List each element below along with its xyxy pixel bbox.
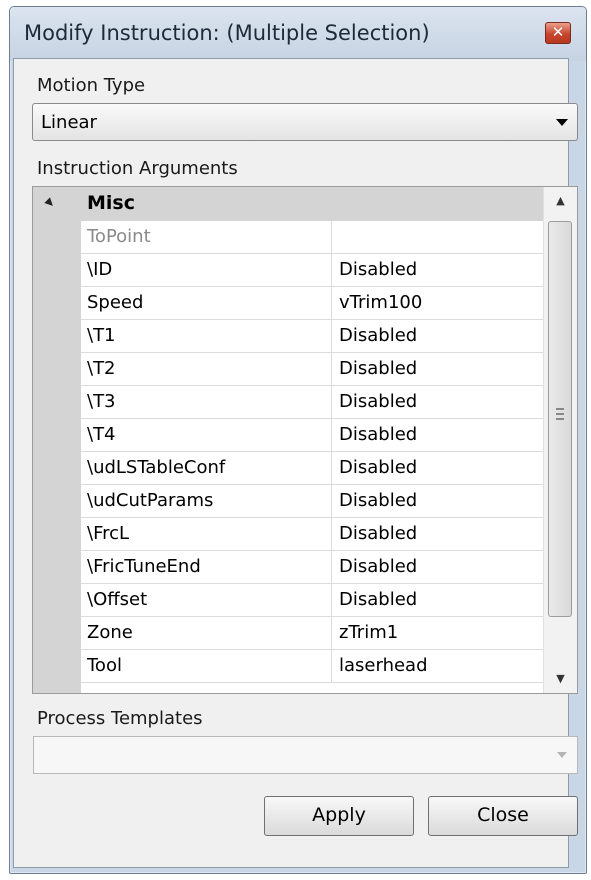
motion-type-label: Motion Type	[37, 75, 146, 96]
argument-row[interactable]: ToPoint	[81, 221, 543, 254]
argument-name: ToPoint	[87, 226, 151, 247]
argument-name: \Offset	[87, 589, 148, 610]
column-divider	[331, 386, 332, 418]
argument-value[interactable]: vTrim100	[339, 292, 422, 313]
argument-name: \FrcL	[87, 523, 130, 544]
grid-gutter	[33, 187, 81, 693]
argument-value[interactable]: laserhead	[339, 655, 428, 676]
column-divider	[331, 419, 332, 451]
argument-value[interactable]: Disabled	[339, 424, 417, 445]
argument-row[interactable]: \T2 Disabled	[81, 353, 543, 386]
collapse-triangle-icon[interactable]	[44, 197, 56, 209]
column-divider	[331, 584, 332, 616]
column-divider	[331, 254, 332, 286]
scroll-up-icon[interactable]: ▲	[544, 187, 577, 215]
instruction-arguments-grid: Misc ToPoint \ID Disabled Speed vTrim100 \T1 D…	[32, 186, 578, 694]
argument-rows: ToPoint \ID Disabled Speed vTrim100 \T1 Disabl…	[81, 221, 543, 683]
category-row-misc[interactable]: Misc	[33, 187, 543, 221]
column-divider	[331, 518, 332, 550]
argument-row[interactable]: \ID Disabled	[81, 254, 543, 287]
motion-type-value: Linear	[41, 112, 97, 133]
argument-name: \T4	[87, 424, 116, 445]
argument-row[interactable]: \udCutParams Disabled	[81, 485, 543, 518]
column-divider	[331, 551, 332, 583]
close-button[interactable]: Close	[428, 796, 578, 836]
argument-name: \T3	[87, 391, 116, 412]
vertical-scrollbar[interactable]: ▲ ▼	[543, 187, 577, 693]
argument-row[interactable]: \T1 Disabled	[81, 320, 543, 353]
argument-row[interactable]: \udLSTableConf Disabled	[81, 452, 543, 485]
column-divider	[331, 287, 332, 319]
title-bar[interactable]: Modify Instruction: (Multiple Selection)	[10, 7, 586, 61]
argument-name: Tool	[87, 655, 122, 676]
argument-row[interactable]: \Offset Disabled	[81, 584, 543, 617]
argument-name: \udCutParams	[87, 490, 214, 511]
argument-row[interactable]: Tool laserhead	[81, 650, 543, 683]
column-divider	[331, 353, 332, 385]
category-label: Misc	[87, 192, 135, 214]
argument-name: \ID	[87, 259, 113, 280]
argument-name: \FricTuneEnd	[87, 556, 201, 577]
argument-value[interactable]: Disabled	[339, 523, 417, 544]
argument-row[interactable]: \T3 Disabled	[81, 386, 543, 419]
process-templates-select[interactable]	[33, 736, 578, 774]
argument-name: \udLSTableConf	[87, 457, 226, 478]
column-divider	[331, 650, 332, 682]
argument-row[interactable]: Zone zTrim1	[81, 617, 543, 650]
argument-row[interactable]: Speed vTrim100	[81, 287, 543, 320]
argument-value[interactable]: Disabled	[339, 556, 417, 577]
column-divider	[331, 320, 332, 352]
argument-value[interactable]: Disabled	[339, 391, 417, 412]
apply-button[interactable]: Apply	[264, 796, 414, 836]
argument-row[interactable]: \T4 Disabled	[81, 419, 543, 452]
window-title: Modify Instruction: (Multiple Selection)	[24, 21, 430, 45]
argument-name: Zone	[87, 622, 133, 643]
column-divider	[331, 452, 332, 484]
argument-value[interactable]: Disabled	[339, 589, 417, 610]
close-icon[interactable]: ✕	[545, 22, 571, 44]
argument-name: \T2	[87, 358, 116, 379]
grip-icon	[556, 408, 564, 420]
argument-row[interactable]: \FrcL Disabled	[81, 518, 543, 551]
argument-value[interactable]: Disabled	[339, 490, 417, 511]
scroll-down-icon[interactable]: ▼	[544, 665, 577, 693]
chevron-down-icon	[557, 752, 567, 758]
argument-name: Speed	[87, 292, 144, 313]
instruction-arguments-label: Instruction Arguments	[37, 158, 238, 179]
motion-type-select[interactable]: Linear	[32, 103, 578, 141]
column-divider	[331, 221, 332, 253]
argument-name: \T1	[87, 325, 116, 346]
argument-row[interactable]: \FricTuneEnd Disabled	[81, 551, 543, 584]
argument-value[interactable]: Disabled	[339, 457, 417, 478]
process-templates-label: Process Templates	[37, 708, 203, 729]
argument-value[interactable]: Disabled	[339, 259, 417, 280]
column-divider	[331, 485, 332, 517]
argument-value[interactable]: Disabled	[339, 358, 417, 379]
argument-value[interactable]: zTrim1	[339, 622, 398, 643]
scroll-thumb[interactable]	[548, 221, 572, 617]
chevron-down-icon	[556, 119, 568, 126]
argument-value[interactable]: Disabled	[339, 325, 417, 346]
column-divider	[331, 617, 332, 649]
